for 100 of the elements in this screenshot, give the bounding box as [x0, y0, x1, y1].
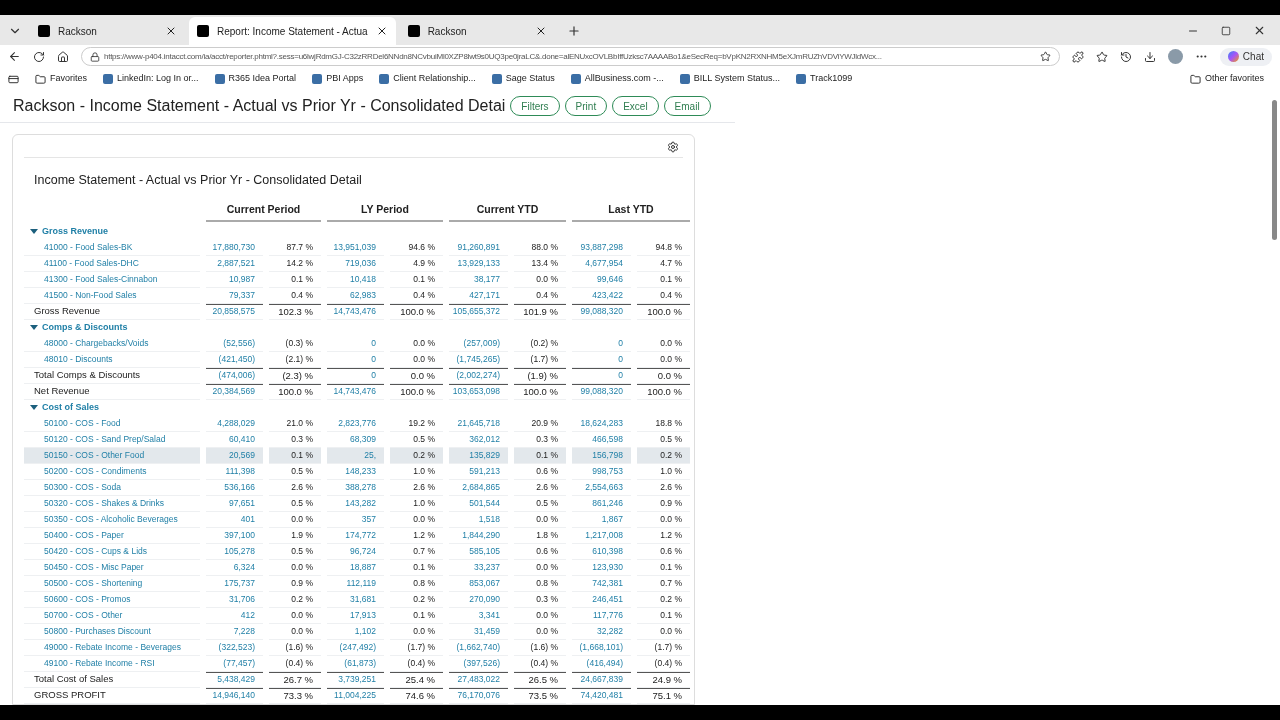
- amount-link[interactable]: 143,282: [327, 495, 384, 512]
- amount-link[interactable]: 31,706: [206, 591, 263, 608]
- amount-link[interactable]: 33,237: [449, 559, 508, 576]
- amount-link[interactable]: 861,246: [572, 495, 631, 512]
- amount-link[interactable]: 91,260,891: [449, 239, 508, 256]
- caret-down-icon[interactable]: [30, 405, 38, 410]
- amount-link[interactable]: 1,867: [572, 511, 631, 528]
- account-link[interactable]: 50120 - COS - Sand Prep/Salad: [24, 431, 200, 448]
- account-link[interactable]: 41300 - Food Sales-Cinnabon: [24, 271, 200, 288]
- amount-link[interactable]: 6,324: [206, 559, 263, 576]
- amount-link[interactable]: 501,544: [449, 495, 508, 512]
- amount-link[interactable]: (257,009): [449, 335, 508, 352]
- amount-link[interactable]: 10,987: [206, 271, 263, 288]
- amount-link[interactable]: 97,651: [206, 495, 263, 512]
- amount-link[interactable]: 96,724: [327, 543, 384, 560]
- amount-link[interactable]: 31,459: [449, 623, 508, 640]
- wallet-icon[interactable]: [8, 73, 19, 85]
- amount-link[interactable]: 13,929,133: [449, 255, 508, 272]
- amount-link[interactable]: 68,309: [327, 431, 384, 448]
- amount-link[interactable]: 31,681: [327, 591, 384, 608]
- profile-avatar[interactable]: [1167, 49, 1183, 64]
- amount-link[interactable]: 401: [206, 511, 263, 528]
- amount-link[interactable]: 11,004,225: [327, 687, 384, 704]
- extensions-icon[interactable]: [1071, 50, 1084, 63]
- amount-link[interactable]: 0: [572, 351, 631, 368]
- amount-link[interactable]: 79,337: [206, 287, 263, 304]
- reload-icon[interactable]: [33, 50, 45, 63]
- amount-link[interactable]: 270,090: [449, 591, 508, 608]
- maximize-icon[interactable]: [1221, 25, 1231, 36]
- home-icon[interactable]: [56, 50, 69, 63]
- account-link[interactable]: 50300 - COS - Soda: [24, 479, 200, 496]
- amount-link[interactable]: 585,105: [449, 543, 508, 560]
- amount-link[interactable]: 27,483,022: [449, 671, 508, 688]
- amount-link[interactable]: 14,946,140: [206, 687, 263, 704]
- report-action-button[interactable]: Filters: [510, 96, 560, 116]
- amount-link[interactable]: 0: [572, 367, 631, 384]
- account-link[interactable]: 48000 - Chargebacks/Voids: [24, 335, 200, 352]
- amount-link[interactable]: 10,418: [327, 271, 384, 288]
- amount-link[interactable]: 719,036: [327, 255, 384, 272]
- amount-link[interactable]: 427,171: [449, 287, 508, 304]
- amount-link[interactable]: 148,233: [327, 463, 384, 480]
- bookmark-link[interactable]: Favorites: [35, 72, 87, 86]
- amount-link[interactable]: (77,457): [206, 655, 263, 672]
- amount-link[interactable]: 853,067: [449, 575, 508, 592]
- account-link[interactable]: 50450 - COS - Misc Paper: [24, 559, 200, 576]
- amount-link[interactable]: 20,384,569: [206, 383, 263, 400]
- account-link[interactable]: 50320 - COS - Shakes & Drinks: [24, 495, 200, 512]
- favorites-icon[interactable]: [1095, 50, 1108, 63]
- amount-link[interactable]: 32,282: [572, 623, 631, 640]
- chat-button[interactable]: Chat: [1219, 47, 1272, 66]
- caret-down-icon[interactable]: [30, 325, 38, 330]
- account-link[interactable]: 49100 - Rebate Income - RSI: [24, 655, 200, 672]
- report-action-button[interactable]: Excel: [612, 96, 659, 116]
- amount-link[interactable]: 412: [206, 607, 263, 624]
- settings-icon[interactable]: [667, 141, 679, 153]
- amount-link[interactable]: 105,655,372: [449, 303, 508, 320]
- amount-link[interactable]: 60,410: [206, 431, 263, 448]
- bookmark-link[interactable]: Sage Status: [491, 72, 555, 86]
- account-link[interactable]: 50700 - COS - Other: [24, 607, 200, 624]
- amount-link[interactable]: 18,624,283: [572, 415, 631, 432]
- report-action-button[interactable]: Email: [663, 96, 711, 116]
- browser-tab[interactable]: Report: Income Statement - Actua: [189, 17, 396, 45]
- amount-link[interactable]: (1,662,740): [449, 639, 508, 656]
- amount-link[interactable]: 175,737: [206, 575, 263, 592]
- amount-link[interactable]: 1,518: [449, 511, 508, 528]
- amount-link[interactable]: 99,646: [572, 271, 631, 288]
- amount-link[interactable]: 99,088,320: [572, 303, 631, 320]
- account-link[interactable]: 50500 - COS - Shortening: [24, 575, 200, 592]
- amount-link[interactable]: 74,420,481: [572, 687, 631, 704]
- bookmark-link[interactable]: Client Relationship...: [379, 72, 476, 86]
- caret-down-icon[interactable]: [30, 229, 38, 234]
- report-action-button[interactable]: Print: [564, 96, 608, 116]
- account-link[interactable]: 41500 - Non-Food Sales: [24, 287, 200, 304]
- amount-link[interactable]: 2,887,521: [206, 255, 263, 272]
- amount-link[interactable]: 466,598: [572, 431, 631, 448]
- amount-link[interactable]: 0: [327, 351, 384, 368]
- amount-link[interactable]: 174,772: [327, 527, 384, 544]
- group-label[interactable]: Cost of Sales: [42, 400, 99, 415]
- amount-link[interactable]: 21,645,718: [449, 415, 508, 432]
- amount-link[interactable]: 2,684,865: [449, 479, 508, 496]
- amount-link[interactable]: 4,677,954: [572, 255, 631, 272]
- amount-link[interactable]: 18,887: [327, 559, 384, 576]
- amount-link[interactable]: 112,119: [327, 575, 384, 592]
- amount-link[interactable]: 536,166: [206, 479, 263, 496]
- amount-link[interactable]: 62,983: [327, 287, 384, 304]
- amount-link[interactable]: 0: [572, 335, 631, 352]
- amount-link[interactable]: 93,887,298: [572, 239, 631, 256]
- amount-link[interactable]: 99,088,320: [572, 383, 631, 400]
- amount-link[interactable]: (1,668,101): [572, 639, 631, 656]
- amount-link[interactable]: (474,006): [206, 367, 263, 384]
- download-icon[interactable]: [1143, 50, 1156, 63]
- amount-link[interactable]: 423,422: [572, 287, 631, 304]
- amount-link[interactable]: (1,745,265): [449, 351, 508, 368]
- amount-link[interactable]: 17,880,730: [206, 239, 263, 256]
- account-link[interactable]: 41000 - Food Sales-BK: [24, 239, 200, 256]
- account-link[interactable]: 49000 - Rebate Income - Beverages: [24, 639, 200, 656]
- amount-link[interactable]: 1,844,290: [449, 527, 508, 544]
- account-link[interactable]: 50800 - Purchases Discount: [24, 623, 200, 640]
- account-link[interactable]: 48010 - Discounts: [24, 351, 200, 368]
- amount-link[interactable]: 38,177: [449, 271, 508, 288]
